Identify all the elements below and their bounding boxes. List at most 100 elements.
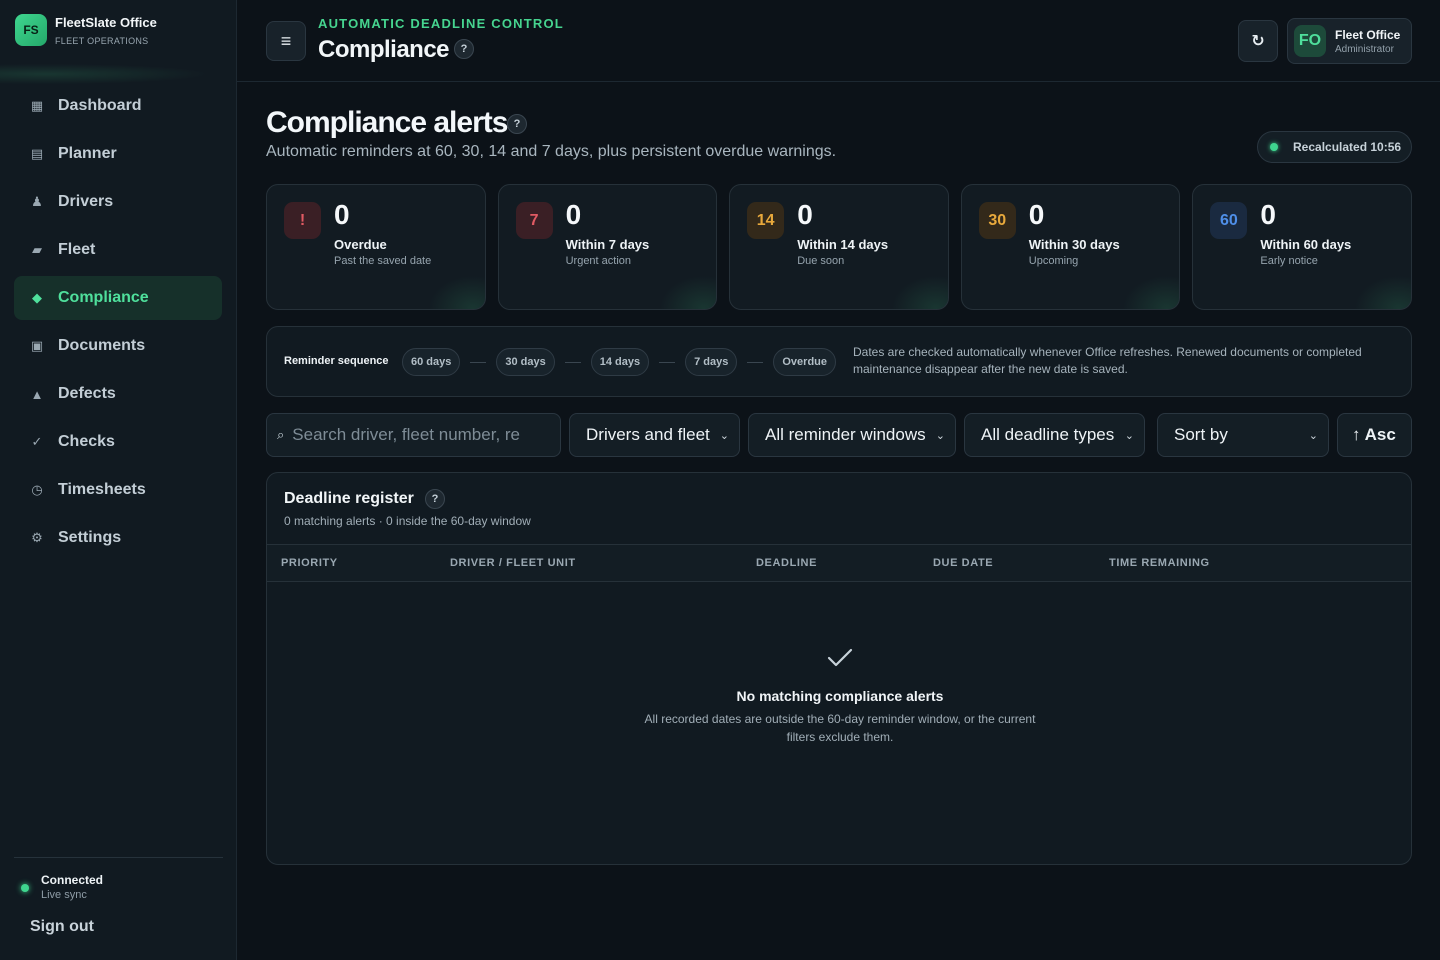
stat-card[interactable]: 14 0 Within 14 days Due soon [729,184,949,310]
sidebar-item-label: Defects [58,385,116,402]
sidebar-item-drivers[interactable]: ♟ Drivers [14,180,222,224]
search-input[interactable]: ⌕ Search driver, fleet number, re [266,413,561,457]
sidebar-item-settings[interactable]: ⚙ Settings [14,516,222,560]
stat-badge: 14 [747,202,785,239]
document-icon: ▣ [30,338,44,353]
stat-hint: Past the saved date [334,255,432,267]
sequence-step: 14 days [590,348,650,376]
brand-logo: FS [15,14,47,46]
stat-hint: Early notice [1260,255,1318,267]
chevron-down-icon: ⌄ [1124,429,1134,442]
grid-icon: ▦ [30,98,44,113]
sequence-step: 60 days [402,348,461,376]
scope-select[interactable]: Drivers and fleet ⌄ [569,413,740,457]
table-header: PRIORITY DRIVER / FLEET UNIT DEADLINE DU… [267,544,1411,582]
connection-title: Connected [41,873,104,887]
refresh-button[interactable]: ↻ [1238,20,1278,62]
sidebar-item-label: Compliance [58,289,149,306]
reminder-sequence: Reminder sequence 60 days 30 days 14 days 7… [266,326,1412,397]
sort-select[interactable]: Sort by ⌄ [1157,413,1329,457]
sequence-connector [470,361,487,363]
sequence-note: Dates are checked automatically whenever… [853,345,1362,376]
sidebar-item-fleet[interactable]: ▰ Fleet [14,228,222,272]
window-select[interactable]: All reminder windows ⌄ [748,413,956,457]
stat-card[interactable]: 7 0 Within 7 days Urgent action [497,184,718,310]
stat-label: Within 30 days [1028,237,1120,252]
column-time-remaining[interactable]: TIME REMAINING [1109,557,1210,569]
column-driver-fleet[interactable]: DRIVER / FLEET UNIT [450,557,576,569]
column-due-date[interactable]: DUE DATE [933,557,993,569]
connection-subtitle: Live sync [41,889,87,901]
stat-label: Within 60 days [1260,237,1352,252]
register-title: Deadline register [284,490,414,507]
stat-badge: ! [284,202,321,239]
stat-hint: Due soon [797,255,845,267]
sequence-steps: 60 days 30 days 14 days 7 days Overdue [402,348,837,376]
hamburger-icon: ≡ [280,30,292,51]
stat-value: 0 [1260,199,1276,230]
register-help-icon[interactable]: ? [425,489,445,509]
column-deadline[interactable]: DEADLINE [756,557,817,569]
page-title: Compliance [318,36,450,63]
sidebar-item-label: Checks [58,433,115,450]
status-dot-icon [1270,143,1278,151]
driver-icon: ♟ [31,194,43,209]
column-priority[interactable]: PRIORITY [281,557,338,569]
stat-value: 0 [565,199,582,230]
type-select-value: All deadline types [981,425,1115,444]
stat-hint: Upcoming [1028,255,1079,267]
stat-card[interactable]: ! 0 Overdue Past the saved date [266,184,486,310]
stat-value: 0 [334,199,350,230]
stat-label: Within 7 days [565,237,650,252]
sequence-connector [659,361,676,363]
brand-glow [0,62,237,84]
sidebar-item-label: Fleet [58,241,96,258]
brand-subtitle: FLEET OPERATIONS [55,35,149,46]
title-help-icon[interactable]: ? [454,39,474,59]
refresh-icon: ↻ [1251,33,1265,50]
sidebar-item-checks[interactable]: ✓ Checks [14,420,222,464]
stat-badge: 30 [978,202,1016,239]
register-subtitle: 0 matching alerts · 0 inside the 60-day … [284,514,531,528]
avatar: FO [1294,25,1326,57]
warning-icon: ▲ [30,386,44,402]
brand[interactable]: FS FleetSlate Office FLEET OPERATIONS [15,14,157,46]
sidebar-item-planner[interactable]: ▤ Planner [14,132,222,176]
header-eyebrow: AUTOMATIC DEADLINE CONTROL [318,16,564,31]
window-select-value: All reminder windows [765,425,926,444]
sidebar-item-dashboard[interactable]: ▦ Dashboard [14,84,222,128]
section-title: Compliance alerts [266,106,508,139]
sidebar-divider [14,857,223,858]
stat-hint: Urgent action [565,255,632,267]
sidebar: FS FleetSlate Office FLEET OPERATIONS ▦ D… [0,0,237,960]
page-header: ≡ AUTOMATIC DEADLINE CONTROL Compliance … [237,0,1440,82]
sequence-title: Reminder sequence [284,355,389,367]
user-menu[interactable]: FO Fleet Office Administrator [1287,18,1412,64]
sidebar-item-label: Documents [58,337,146,354]
sequence-step: Overdue [773,348,837,376]
type-select[interactable]: All deadline types ⌄ [964,413,1145,457]
search-placeholder: Search driver, fleet number, re [292,425,521,444]
stat-value: 0 [797,199,813,230]
menu-button[interactable]: ≡ [266,21,306,61]
stat-cards: ! 0 Overdue Past the saved date 7 0 Within 7 d… [266,184,1412,310]
brand-name: FleetSlate Office [55,14,157,30]
stat-card[interactable]: 30 0 Within 30 days Upcoming [960,184,1181,310]
empty-state-text: All recorded dates are outside the 60-da… [644,712,1036,744]
user-name: Fleet Office [1335,27,1401,42]
sidebar-item-documents[interactable]: ▣ Documents [14,324,222,368]
section-help-icon[interactable]: ? [507,114,527,134]
sidebar-item-defects[interactable]: ▲ Defects [14,372,222,416]
stat-value: 0 [1028,199,1045,230]
sidebar-item-timesheets[interactable]: ◷ Timesheets [14,468,222,512]
sidebar-nav: ▦ Dashboard ▤ Planner ♟ Drivers ▰ Fleet ◆ Complia… [14,84,222,564]
sort-order-button[interactable]: ↑ Asc [1337,413,1412,457]
sidebar-item-compliance[interactable]: ◆ Compliance [14,276,222,320]
stat-card[interactable]: 60 0 Within 60 days Early notice [1192,184,1412,310]
truck-icon: ▰ [32,242,42,257]
check-icon: ✓ [31,434,43,449]
deadline-register: Deadline register ? 0 matching alerts · … [266,472,1412,865]
planner-icon: ▤ [30,146,44,161]
sign-out-button[interactable]: Sign out [30,918,94,936]
sequence-step: 30 days [496,348,555,376]
